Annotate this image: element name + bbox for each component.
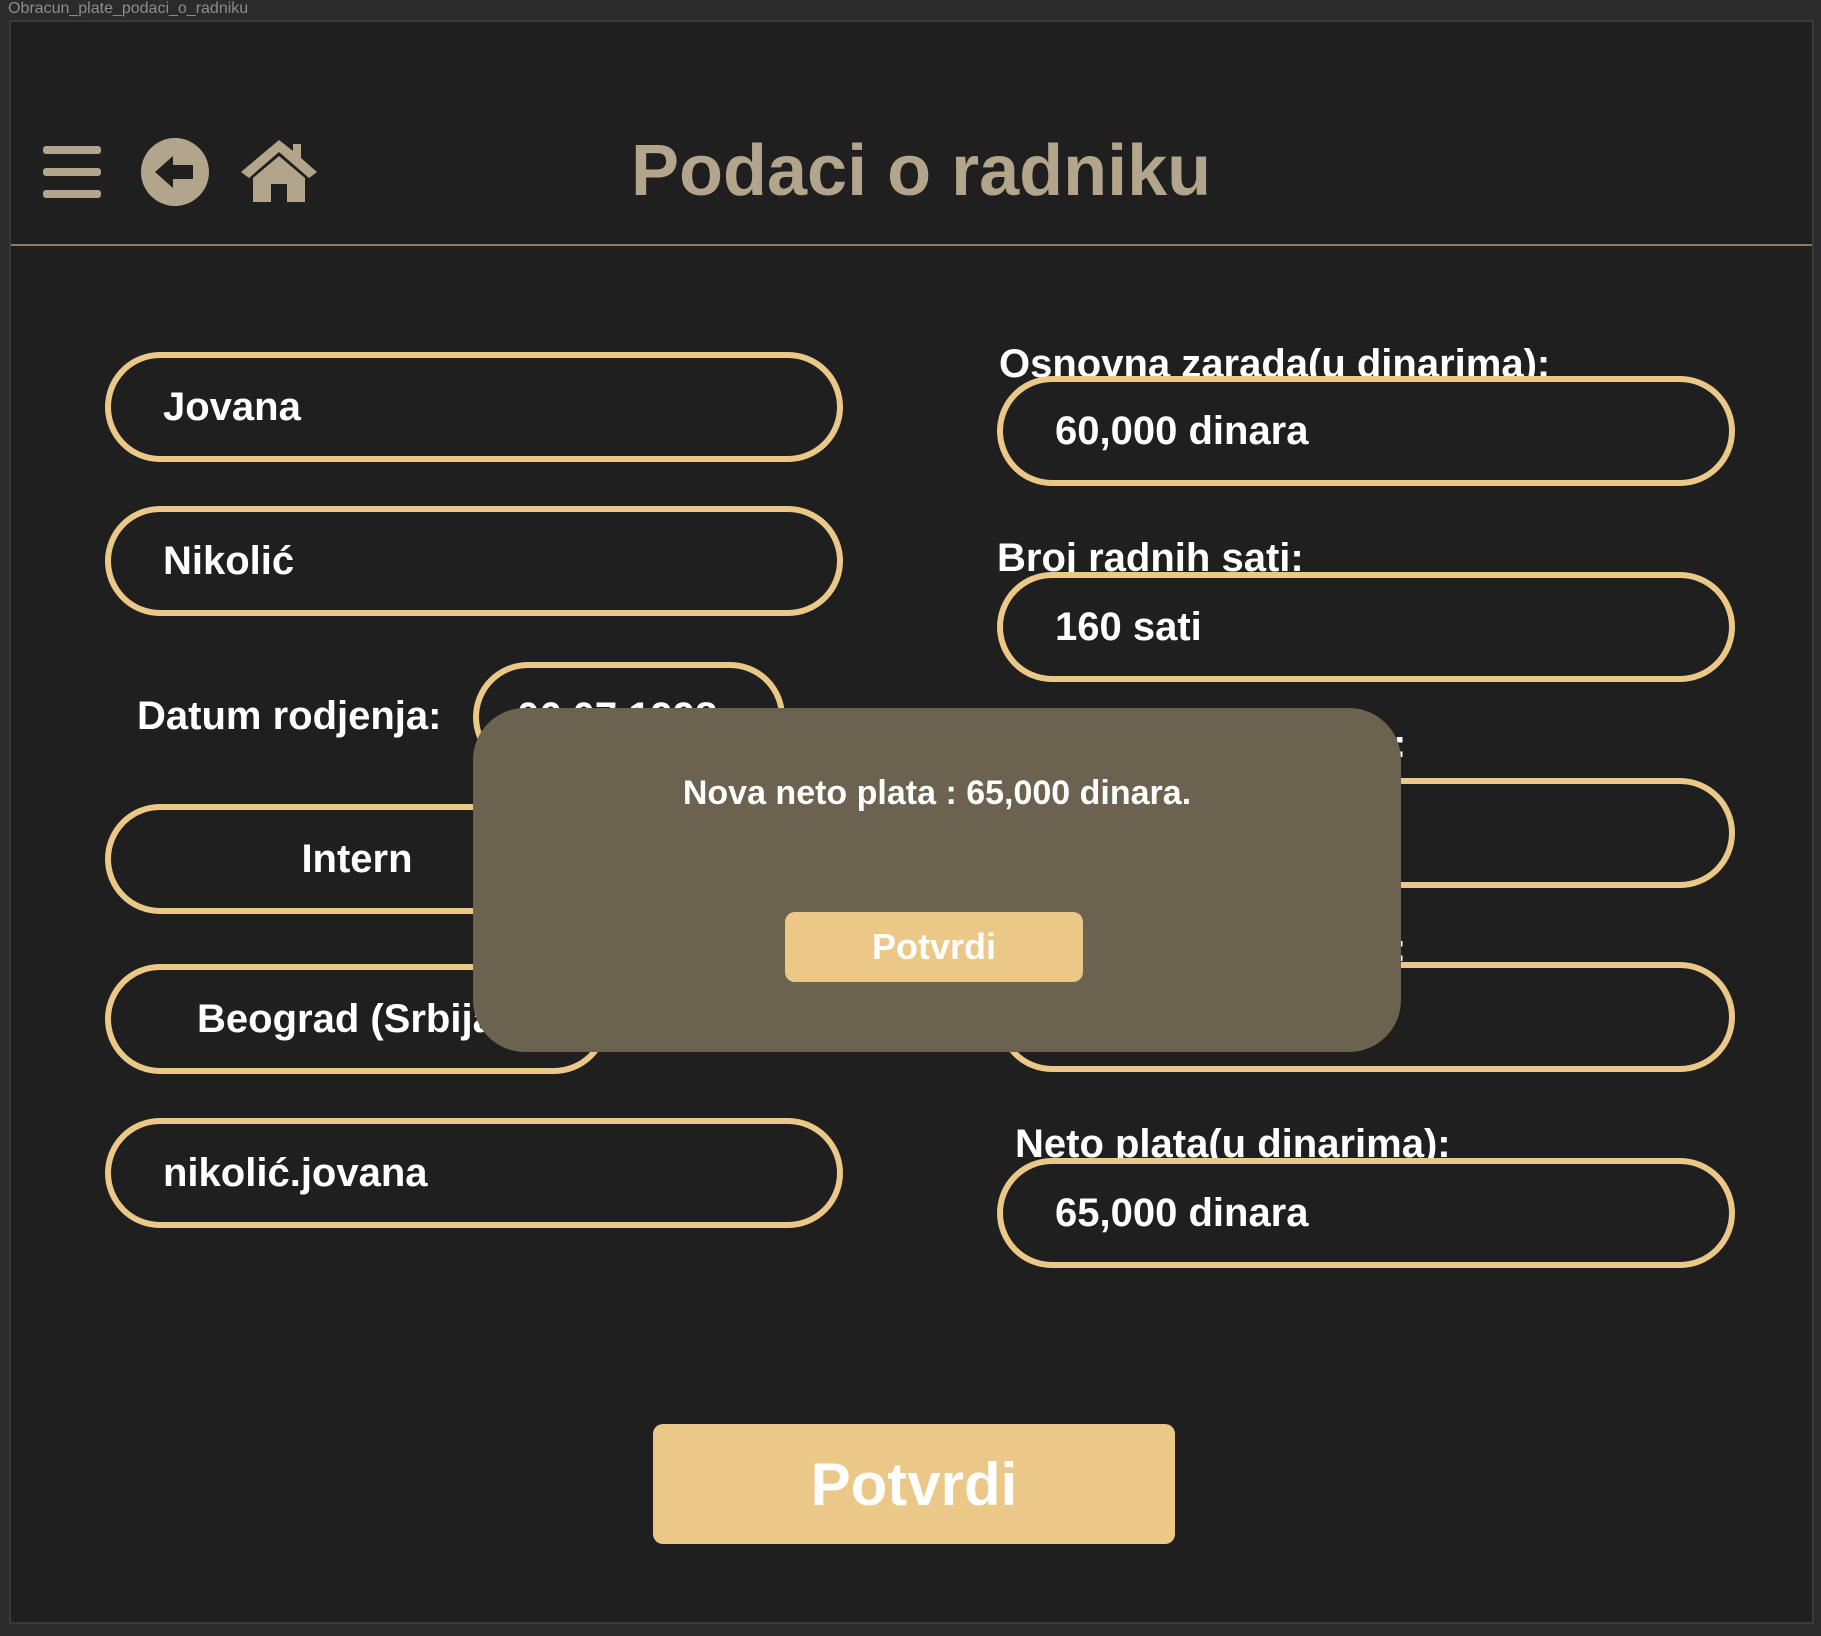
frame-label: Obracun_plate_podaci_o_radniku xyxy=(8,0,249,17)
app-window: Podaci o radniku Jovana Nikolić Datum ro… xyxy=(9,20,1814,1624)
header-divider xyxy=(11,244,1812,246)
hours-value: 160 sati xyxy=(1055,604,1202,649)
page-title: Podaci o radniku xyxy=(631,131,1212,211)
dialog-message: Nova neto plata : 65,000 dinara. xyxy=(682,774,1192,812)
last-name-value: Nikolić xyxy=(163,538,295,583)
hours-field[interactable]: 160 sati xyxy=(997,572,1735,682)
home-icon[interactable] xyxy=(239,138,319,204)
net-salary-field[interactable]: 65,000 dinara xyxy=(997,1158,1735,1268)
last-name-field[interactable]: Nikolić xyxy=(105,506,843,616)
base-salary-value: 60,000 dinara xyxy=(1055,408,1309,453)
first-name-value: Jovana xyxy=(163,384,301,429)
city-value: Beograd (Srbija) xyxy=(197,996,509,1041)
net-salary-value: 65,000 dinara xyxy=(1055,1190,1309,1235)
username-value: nikolić.jovana xyxy=(163,1150,428,1195)
username-field[interactable]: nikolić.jovana xyxy=(105,1118,843,1228)
result-dialog: Nova neto plata : 65,000 dinara. Potvrdi xyxy=(473,708,1401,1052)
back-arrow-icon[interactable] xyxy=(141,138,209,206)
first-name-field[interactable]: Jovana xyxy=(105,352,843,462)
position-value: Intern xyxy=(301,836,413,881)
submit-button[interactable]: Potvrdi xyxy=(653,1424,1175,1544)
dialog-confirm-button[interactable]: Potvrdi xyxy=(785,912,1083,982)
base-salary-field[interactable]: 60,000 dinara xyxy=(997,376,1735,486)
menu-icon[interactable] xyxy=(41,144,103,200)
birth-date-label: Datum rodjenja: xyxy=(137,694,442,738)
